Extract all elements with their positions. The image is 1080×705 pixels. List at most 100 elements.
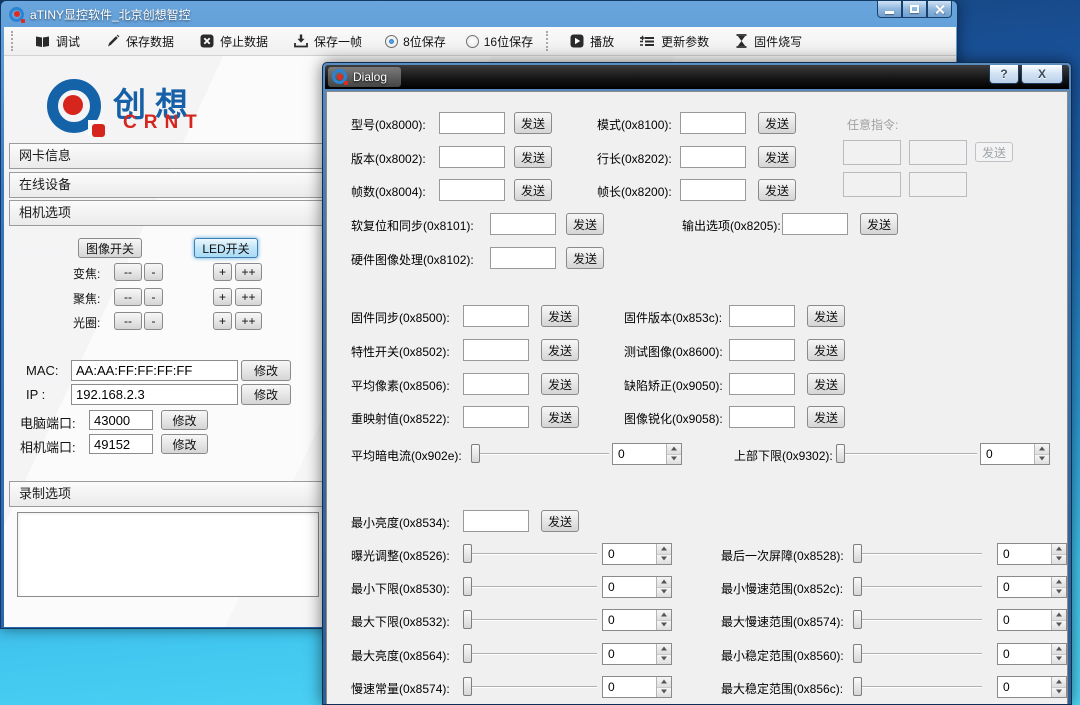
spinbox-0x8526-2[interactable]: 0 — [602, 543, 672, 565]
ip-modify-button[interactable]: 修改 — [241, 384, 291, 405]
spin-up-button-0x8574-10[interactable] — [657, 677, 671, 687]
toolbar-item-debug[interactable]: 调试 — [22, 28, 93, 54]
send-button-0x8506-13[interactable]: 发送 — [541, 373, 579, 395]
toolbar-item-update-params[interactable]: 更新参数 — [627, 28, 722, 54]
spin-up-button-0x8574-7[interactable] — [1052, 610, 1066, 620]
send-button-0x8100-1[interactable]: 发送 — [758, 112, 796, 134]
slider-handle-0x8526-2[interactable] — [463, 544, 472, 563]
spin-down-button-0x8564-8[interactable] — [657, 654, 671, 665]
field-input-0x9050-14[interactable] — [729, 373, 795, 395]
spin-down-button-0x8574-7[interactable] — [1052, 620, 1066, 631]
mac-input[interactable] — [71, 360, 238, 381]
cam-port-input[interactable] — [89, 434, 153, 454]
spinbox-0x8532-6[interactable]: 0 — [602, 609, 672, 631]
field-input-0x8102-8[interactable] — [490, 247, 556, 269]
focus-decr2-button[interactable]: -- — [114, 288, 142, 306]
slider-handle-0x902e-0[interactable] — [471, 444, 480, 463]
send-button-0x8101-6[interactable]: 发送 — [566, 213, 604, 235]
slider-handle-0x8530-4[interactable] — [463, 577, 472, 596]
spin-up-button-0x852c-5[interactable] — [1052, 577, 1066, 587]
field-input-0x8200-5[interactable] — [680, 179, 746, 201]
spin-down-button-0x902e-0[interactable] — [667, 454, 681, 465]
iris-incr-button[interactable]: + — [213, 312, 232, 330]
cam-port-modify-button[interactable]: 修改 — [161, 434, 208, 454]
field-input-0x8101-6[interactable] — [490, 213, 556, 235]
toolbar-item-play[interactable]: 播放 — [557, 28, 627, 54]
dialog-close-button[interactable]: X — [1021, 65, 1063, 84]
led-switch-button[interactable]: LED开关 — [194, 238, 258, 258]
arbitrary-input-1[interactable] — [843, 140, 901, 165]
section-header-online-devices[interactable]: 在线设备 — [9, 172, 326, 198]
spin-down-button-0x856c-11[interactable] — [1052, 687, 1066, 698]
iris-decr-button[interactable]: - — [144, 312, 163, 330]
spin-down-button-0x8574-10[interactable] — [657, 687, 671, 698]
send-button-0x8522-15[interactable]: 发送 — [541, 406, 579, 428]
send-button-0x9058-16[interactable]: 发送 — [807, 406, 845, 428]
section-header-record-options[interactable]: 录制选项 — [9, 481, 326, 507]
spin-up-button-0x8530-4[interactable] — [657, 577, 671, 587]
field-input-0x8600-12[interactable] — [729, 339, 795, 361]
record-list[interactable] — [17, 512, 319, 597]
spin-up-button-0x8528-3[interactable] — [1052, 544, 1066, 554]
send-button-0x8102-8[interactable]: 发送 — [566, 247, 604, 269]
arbitrary-input-4[interactable] — [909, 172, 967, 197]
section-header-camera-options[interactable]: 相机选项 — [9, 200, 326, 226]
slider-handle-0x8528-3[interactable] — [853, 544, 862, 563]
send-button-0x8000-0[interactable]: 发送 — [514, 112, 552, 134]
send-button-0x8500-9[interactable]: 发送 — [541, 305, 579, 327]
toolbar-item-firmware-write[interactable]: 固件烧写 — [722, 28, 815, 54]
send-button-0x8002-2[interactable]: 发送 — [514, 146, 552, 168]
send-button-0x8004-4[interactable]: 发送 — [514, 179, 552, 201]
spin-down-button-0x8526-2[interactable] — [657, 554, 671, 565]
spin-up-button-0x8526-2[interactable] — [657, 544, 671, 554]
spin-up-button-0x8532-6[interactable] — [657, 610, 671, 620]
dialog-titlebar[interactable]: Dialog — [325, 65, 1069, 89]
section-header-network-info[interactable]: 网卡信息 — [9, 143, 326, 169]
spin-up-button-0x8564-8[interactable] — [657, 644, 671, 654]
field-input-0x8205-7[interactable] — [782, 213, 848, 235]
iris-incr2-button[interactable]: ++ — [235, 312, 262, 330]
focus-incr2-button[interactable]: ++ — [235, 288, 262, 306]
field-input-0x9058-16[interactable] — [729, 406, 795, 428]
slider-handle-0x8564-8[interactable] — [463, 644, 472, 663]
zoom-decr2-button[interactable]: -- — [114, 263, 142, 281]
field-input-0x8502-11[interactable] — [463, 339, 529, 361]
field-input-0x8522-15[interactable] — [463, 406, 529, 428]
send-button-0x9050-14[interactable]: 发送 — [807, 373, 845, 395]
spin-down-button-0x9302-1[interactable] — [1035, 454, 1049, 465]
slider-handle-0x856c-11[interactable] — [853, 677, 862, 696]
slider-handle-0x8560-9[interactable] — [853, 644, 862, 663]
main-titlebar[interactable]: aTINY显控软件_北京创想智控 — [1, 1, 957, 27]
spin-down-button-0x8532-6[interactable] — [657, 620, 671, 631]
slider-handle-0x8574-7[interactable] — [853, 610, 862, 629]
spinbox-0x902e-0[interactable]: 0 — [612, 443, 682, 465]
spin-down-button-0x8560-9[interactable] — [1052, 654, 1066, 665]
dialog-help-button[interactable]: ? — [989, 65, 1019, 84]
slider-handle-0x8532-6[interactable] — [463, 610, 472, 629]
spinbox-0x8574-10[interactable]: 0 — [602, 676, 672, 698]
field-input-0x853c-10[interactable] — [729, 305, 795, 327]
send-button-0x853c-10[interactable]: 发送 — [807, 305, 845, 327]
slider-handle-0x852c-5[interactable] — [853, 577, 862, 596]
radio-8bit-save[interactable]: 8位保存 — [375, 33, 456, 50]
close-button[interactable] — [927, 1, 952, 18]
focus-decr-button[interactable]: - — [144, 288, 163, 306]
focus-incr-button[interactable]: + — [213, 288, 232, 306]
zoom-incr2-button[interactable]: ++ — [235, 263, 262, 281]
field-input-0x8534-17[interactable] — [463, 510, 529, 532]
spin-down-button-0x852c-5[interactable] — [1052, 587, 1066, 598]
send-button-0x8200-5[interactable]: 发送 — [758, 179, 796, 201]
spinbox-0x852c-5[interactable]: 0 — [997, 576, 1067, 598]
spin-up-button-0x9302-1[interactable] — [1035, 444, 1049, 454]
spin-up-button-0x902e-0[interactable] — [667, 444, 681, 454]
field-input-0x8100-1[interactable] — [680, 112, 746, 134]
field-input-0x8000-0[interactable] — [439, 112, 505, 134]
arbitrary-input-2[interactable] — [909, 140, 967, 165]
spinbox-0x856c-11[interactable]: 0 — [997, 676, 1067, 698]
field-input-0x8506-13[interactable] — [463, 373, 529, 395]
send-button-0x8202-3[interactable]: 发送 — [758, 146, 796, 168]
slider-handle-0x8574-10[interactable] — [463, 677, 472, 696]
spinbox-0x9302-1[interactable]: 0 — [980, 443, 1050, 465]
image-switch-button[interactable]: 图像开关 — [78, 238, 142, 258]
field-input-0x8500-9[interactable] — [463, 305, 529, 327]
